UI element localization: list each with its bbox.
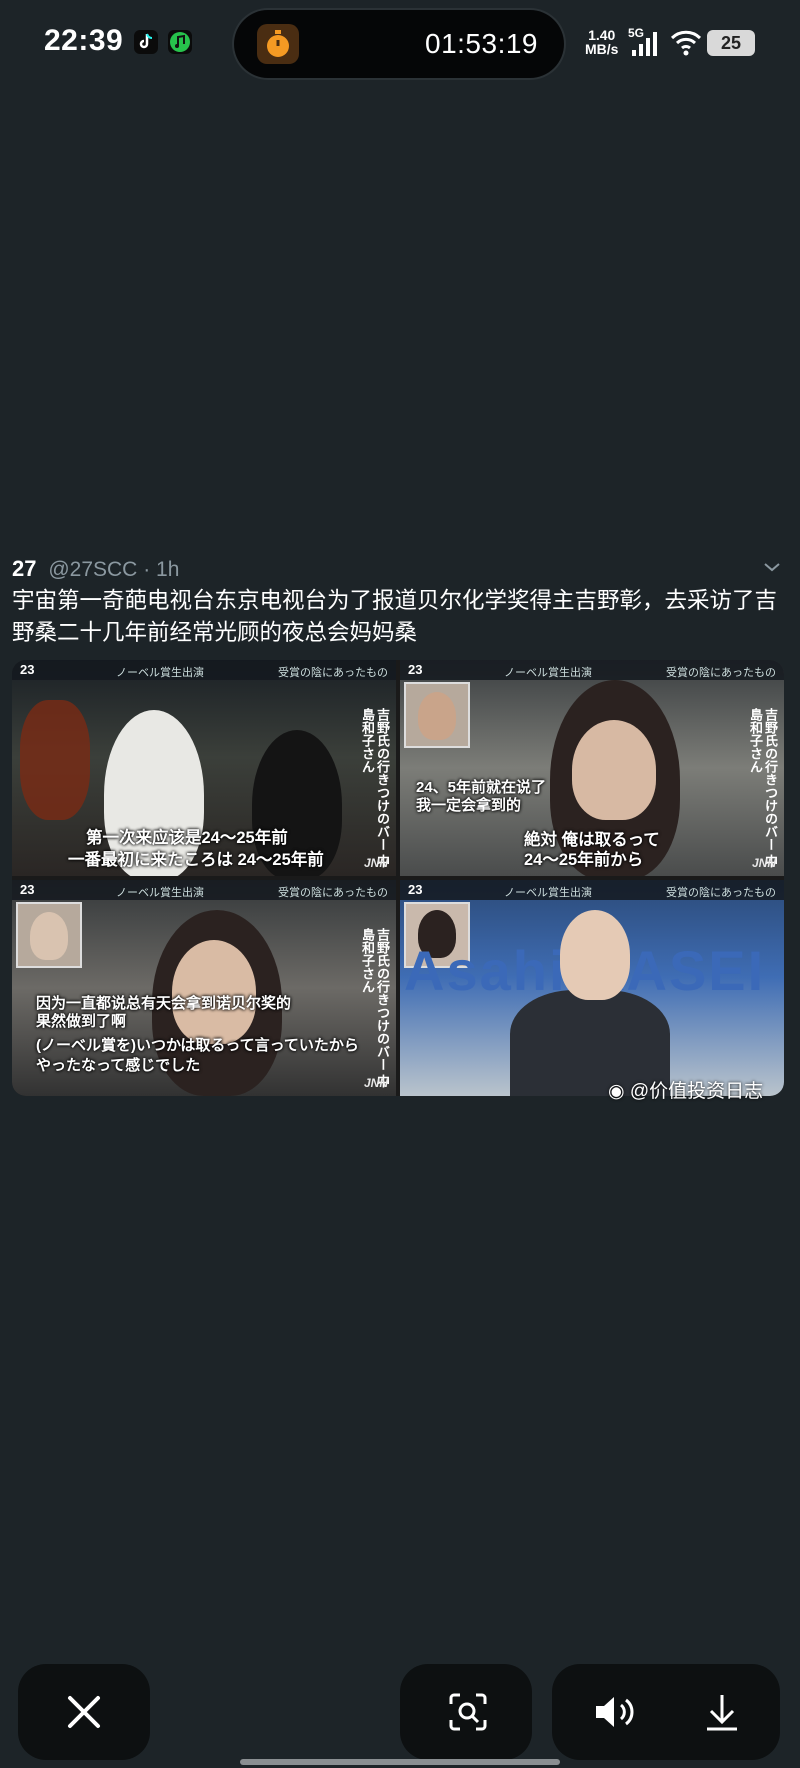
scan-icon	[449, 1693, 487, 1731]
news-ticker: 23 ノーベル賞生出演 受賞の陰にあったもの	[12, 660, 396, 680]
download-button[interactable]	[666, 1664, 780, 1760]
weibo-watermark: ◉ @价值投资日志	[608, 1076, 763, 1103]
ticker-left: ノーベル賞生出演	[116, 667, 204, 679]
pip-inset	[404, 682, 470, 748]
watermark-text: @价值投资日志	[629, 1081, 764, 1102]
news-ticker: 23 ノーベル賞生出演 受賞の陰にあったもの	[12, 880, 396, 900]
name-label: 吉野氏の行きつけのバー 中島和子さん	[748, 708, 778, 868]
download-icon	[707, 1695, 737, 1731]
tweet-media[interactable]: 23 ノーベル賞生出演 受賞の陰にあったもの 吉野氏の行きつけのバー 中島和子さ…	[12, 660, 784, 1096]
media-frame-1: 23 ノーベル賞生出演 受賞の陰にあったもの 吉野氏の行きつけのバー 中島和子さ…	[12, 660, 396, 876]
status-time: 22:39	[44, 24, 124, 57]
media-actions	[552, 1664, 780, 1760]
news-ticker: 23 ノーベル賞生出演 受賞の陰にあったもの	[400, 660, 784, 680]
ticker-left: ノーベル賞生出演	[116, 887, 204, 899]
network-logo: JNN	[363, 1076, 388, 1090]
ticker-right: 受賞の陰にあったもの	[278, 887, 388, 899]
ticker-right: 受賞の陰にあったもの	[666, 887, 776, 899]
net-speed-value: 1.40	[588, 27, 616, 43]
frame3-caption-jp-line2: やったなって感じでした	[36, 1057, 201, 1074]
tweet-author-name[interactable]: 27	[12, 556, 36, 581]
weibo-icon: ◉	[608, 1081, 625, 1102]
home-indicator[interactable]	[240, 1759, 560, 1765]
frame3-caption-cn-line2: 果然做到了啊	[36, 1013, 127, 1030]
pip-inset	[16, 902, 82, 968]
woman-face	[572, 720, 656, 820]
frame1-caption-jp: 一番最初に来たころは 24～25年前	[68, 851, 324, 869]
name-label: 吉野氏の行きつけのバー 中島和子さん	[360, 928, 390, 1088]
network-logo: JNN	[363, 856, 388, 870]
pip-face	[418, 692, 456, 740]
net-speed-unit: MB/s	[585, 41, 619, 57]
name-label: 吉野氏の行きつけのバー 中島和子さん	[360, 708, 390, 868]
frame2-caption-jp-line1: 絶対 俺は取るって	[524, 831, 660, 849]
dynamic-island[interactable]: 01:53:19	[234, 10, 564, 78]
frame2-caption-cn-line2: 我一定会拿到的	[416, 797, 522, 814]
signal-icon: 5G	[628, 24, 668, 60]
volume-button[interactable]	[552, 1664, 666, 1760]
island-timer-text: 01:53:19	[425, 28, 538, 59]
wifi-icon	[670, 28, 702, 61]
media-frame-2: 23 ノーベル賞生出演 受賞の陰にあったもの 吉野氏の行きつけのバー 中島和子さ…	[400, 660, 784, 876]
battery-icon: 25	[707, 30, 755, 56]
tweet-time: 1h	[156, 558, 180, 581]
network-speed: 1.40 MB/s	[585, 28, 618, 56]
music-icon	[168, 30, 192, 54]
scientist-face	[560, 910, 630, 1000]
frame3-caption-cn-line1: 因为一直都说总有天会拿到诺贝尔奖的	[36, 995, 292, 1012]
close-icon	[68, 1696, 100, 1728]
ticker-right: 受賞の陰にあったもの	[278, 667, 388, 679]
scan-button[interactable]	[400, 1664, 532, 1760]
tiktok-icon	[134, 30, 158, 54]
network-logo: JNN	[751, 856, 776, 870]
ticker-left: ノーベル賞生出演	[504, 667, 592, 679]
ticker-program: 23	[20, 662, 35, 677]
frame1-caption-cn: 第一次来应该是24～25年前	[86, 829, 288, 847]
battery-level: 25	[720, 33, 742, 53]
media-frame-4: 23 ノーベル賞生出演 受賞の陰にあったもの Asahi KASEI	[400, 880, 784, 1096]
frame3-caption-jp-line1: (ノーベル賞を)いつかは取るって言っていたから	[36, 1037, 359, 1054]
plant-silhouette	[20, 700, 90, 820]
tweet-author-handle[interactable]: @27SCC	[48, 558, 137, 581]
chevron-down-icon[interactable]	[762, 560, 782, 579]
ticker-program: 23	[20, 882, 35, 897]
timer-icon	[257, 24, 299, 64]
ticker-program: 23	[408, 662, 423, 677]
media-frame-3: 23 ノーベル賞生出演 受賞の陰にあったもの 吉野氏の行きつけのバー 中島和子さ…	[12, 880, 396, 1096]
pip-face	[30, 912, 68, 960]
close-button[interactable]	[18, 1664, 150, 1760]
frame2-caption-jp-line2: 24～25年前から	[524, 851, 644, 869]
ticker-program: 23	[408, 882, 423, 897]
tweet-body: 宇宙第一奇葩电视台东京电视台为了报道贝尔化学奖得主吉野彰，去采访了吉野桑二十几年…	[12, 588, 778, 645]
tweet-separator: ·	[143, 558, 157, 581]
tweet-header: 27 @27SCC · 1h	[12, 556, 179, 582]
frame2-caption-cn-line1: 24、5年前就在说了	[416, 779, 547, 796]
news-ticker: 23 ノーベル賞生出演 受賞の陰にあったもの	[400, 880, 784, 900]
ticker-right: 受賞の陰にあったもの	[666, 667, 776, 679]
volume-icon	[596, 1697, 634, 1727]
ticker-left: ノーベル賞生出演	[504, 887, 592, 899]
woman-face	[172, 940, 256, 1044]
